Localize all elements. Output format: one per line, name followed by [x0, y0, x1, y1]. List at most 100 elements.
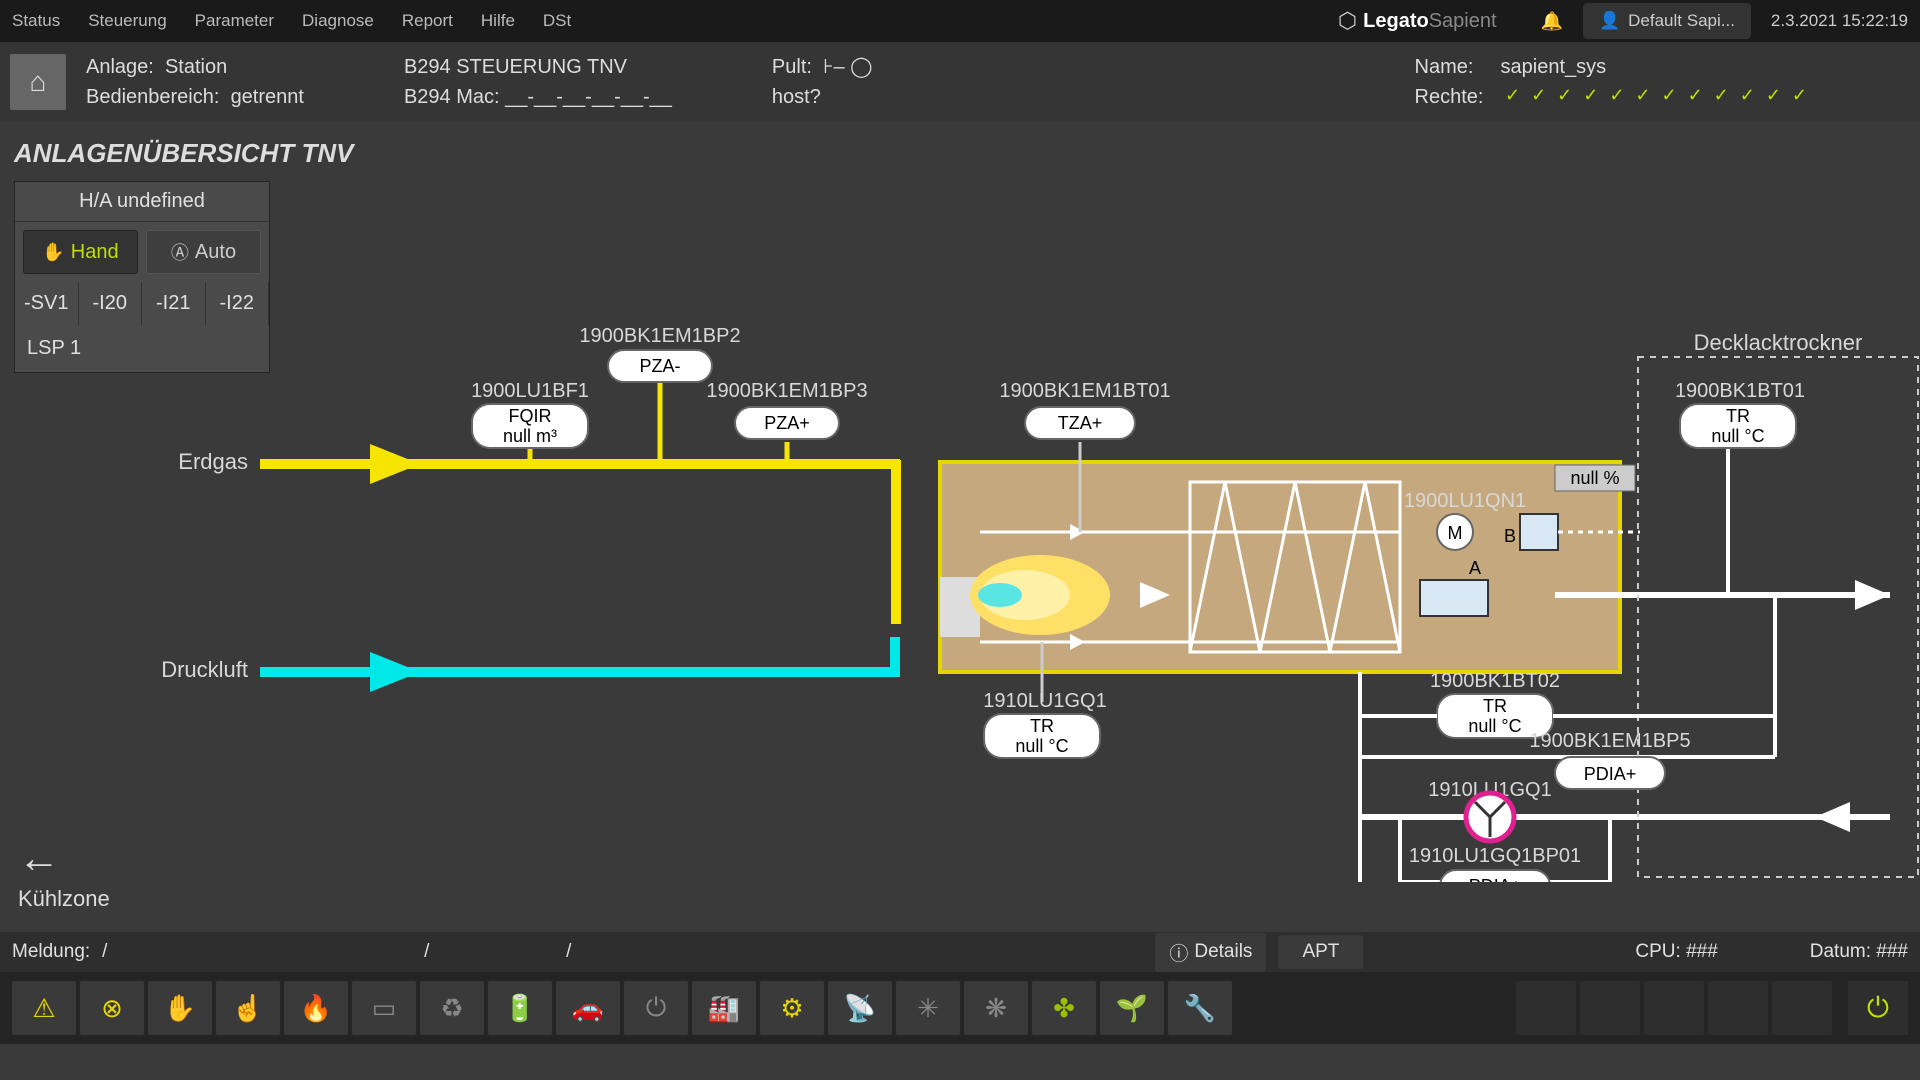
decklack-label: Decklacktrockner — [1694, 330, 1863, 355]
druckluft-arrow-icon — [370, 652, 420, 692]
rights-checks: ✓ ✓ ✓ ✓ ✓ ✓ ✓ ✓ ✓ ✓ ✓ ✓ — [1505, 82, 1810, 112]
meldung-label: Meldung: — [12, 941, 90, 963]
home-icon: ⌂ — [30, 66, 47, 98]
antenna-icon[interactable]: 📡 — [828, 981, 892, 1035]
hand-tool-icon[interactable]: ✋ — [148, 981, 212, 1035]
home-button[interactable]: ⌂ — [10, 54, 66, 110]
menu-parameter[interactable]: Parameter — [195, 11, 274, 31]
toolbar-right: ⏻ — [1516, 981, 1908, 1035]
druckluft-label: Druckluft — [161, 657, 248, 682]
status-seg-2: / — [424, 941, 554, 963]
status-bar: Meldung: / / / ⓘ Details APT CPU: ### Da… — [0, 932, 1920, 972]
menu-report[interactable]: Report — [402, 11, 453, 31]
empty-slot[interactable] — [1580, 981, 1640, 1035]
gears-icon[interactable]: ⚙ — [760, 981, 824, 1035]
flame-core-icon — [978, 583, 1022, 607]
bell-icon[interactable]: 🔔 — [1541, 11, 1563, 32]
bt01r-tag: 1900BK1BT01 — [1675, 380, 1805, 402]
datetime: 2.3.2021 15:22:19 — [1771, 11, 1908, 31]
output-arrow-icon — [1855, 580, 1890, 610]
bt01r-type: TR — [1726, 406, 1750, 426]
bp5-tag: 1900BK1EM1BP5 — [1529, 730, 1690, 752]
user-label: Default Sapi... — [1628, 11, 1735, 31]
back-navigation[interactable]: ← Kühlzone — [18, 834, 110, 912]
main-content: ANLAGENÜBERSICHT TNV H/A undefined ✋ Han… — [0, 122, 1920, 932]
menu-dst[interactable]: DSt — [543, 11, 571, 31]
finger-icon[interactable]: ☝ — [216, 981, 280, 1035]
power-button[interactable]: ⏻ — [1848, 981, 1908, 1035]
gq1l-tag: 1910LU1GQ1 — [983, 690, 1106, 712]
bp5-type: PDIA+ — [1584, 764, 1637, 784]
bp01-type: PDIA+ — [1469, 876, 1522, 882]
back-label: Kühlzone — [18, 886, 110, 912]
fan2-icon[interactable]: ❋ — [964, 981, 1028, 1035]
menu-hilfe[interactable]: Hilfe — [481, 11, 515, 31]
header-steuerung: B294 STEUERUNG TNV B294 Mac: __-__-__-__… — [404, 52, 672, 112]
user-dropdown[interactable]: 👤 Default Sapi... — [1583, 3, 1751, 39]
datum-label: Datum: ### — [1810, 941, 1908, 963]
bp2-tag: 1900BK1EM1BP2 — [579, 325, 740, 347]
bf1-val: null m³ — [503, 426, 557, 446]
car-icon[interactable]: 🚗 — [556, 981, 620, 1035]
qn1-tag: 1900LU1QN1 — [1404, 490, 1526, 512]
logo-icon: ⬡ — [1338, 8, 1357, 34]
battery-icon[interactable]: 🔋 — [488, 981, 552, 1035]
erdgas-label: Erdgas — [178, 449, 248, 474]
gq1l-type: TR — [1030, 716, 1054, 736]
bp3-type: PZA+ — [764, 413, 810, 433]
bp3-tag: 1900BK1EM1BP3 — [706, 380, 867, 402]
menu-items: Status Steuerung Parameter Diagnose Repo… — [12, 11, 571, 31]
header-bar: ⌂ Anlage: Station Bedienbereich: getrenn… — [0, 42, 1920, 122]
recycle-icon[interactable]: ♻ — [420, 981, 484, 1035]
status-seg-1: / — [102, 941, 232, 963]
damper-b[interactable] — [1520, 514, 1558, 550]
menu-steuerung[interactable]: Steuerung — [88, 11, 166, 31]
power-icon[interactable]: ⏻ — [624, 981, 688, 1035]
stop-icon[interactable]: ⊗ — [80, 981, 144, 1035]
page-title: ANLAGENÜBERSICHT TNV — [0, 122, 1920, 181]
header-pult: Pult: ⊦– ◯ host? — [772, 52, 873, 112]
bt01-tag: 1900BK1EM1BT01 — [999, 380, 1170, 402]
header-anlage: Anlage: Station Bedienbereich: getrennt — [86, 52, 304, 112]
empty-slot[interactable] — [1644, 981, 1704, 1035]
apt-button[interactable]: APT — [1278, 935, 1363, 969]
fan1-icon[interactable]: ✳ — [896, 981, 960, 1035]
logo: ⬡ LegatoSapient — [1338, 8, 1497, 34]
bt01-type: TZA+ — [1058, 413, 1103, 433]
bp2-type: PZA- — [639, 356, 680, 376]
details-label: Details — [1194, 941, 1252, 963]
bf1-type: FQIR — [509, 406, 552, 426]
damper-a-label: A — [1469, 558, 1481, 578]
damper-a[interactable] — [1420, 580, 1488, 616]
bp01-tag: 1910LU1GQ1BP01 — [1409, 845, 1581, 867]
bottom-toolbar: ⚠ ⊗ ✋ ☝ 🔥 ▭ ♻ 🔋 🚗 ⏻ 🏭 ⚙ 📡 ✳ ❋ ✤ 🌱 🔧 ⏻ — [0, 972, 1920, 1044]
warning-icon[interactable]: ⚠ — [12, 981, 76, 1035]
inlet-arrow-icon — [1815, 802, 1850, 832]
factory-icon[interactable]: 🏭 — [692, 981, 756, 1035]
wrench-icon[interactable]: 🔧 — [1168, 981, 1232, 1035]
pct-value: null % — [1570, 468, 1619, 488]
plant-icon[interactable]: 🌱 — [1100, 981, 1164, 1035]
status-seg-3: / — [566, 941, 696, 963]
fire-icon[interactable]: 🔥 — [284, 981, 348, 1035]
bt02-val: null °C — [1468, 716, 1521, 736]
details-button[interactable]: ⓘ Details — [1155, 933, 1266, 972]
bt01r-val: null °C — [1711, 426, 1764, 446]
info-icon: ⓘ — [1169, 939, 1188, 966]
menubar-right: ⬡ LegatoSapient 🔔 👤 Default Sapi... 2.3.… — [1338, 3, 1908, 39]
bt02-type: TR — [1483, 696, 1507, 716]
process-diagram: Erdgas Druckluft 1900LU1QN1 M A B — [0, 182, 1920, 882]
erdgas-arrow-icon — [370, 444, 420, 484]
fan3-icon[interactable]: ✤ — [1032, 981, 1096, 1035]
empty-slot[interactable] — [1772, 981, 1832, 1035]
back-arrow-icon: ← — [18, 834, 110, 882]
logo-text: LegatoSapient — [1363, 10, 1496, 33]
menu-status[interactable]: Status — [12, 11, 60, 31]
menu-diagnose[interactable]: Diagnose — [302, 11, 374, 31]
bt02-tag: 1900BK1BT02 — [1430, 670, 1560, 692]
motor-m: M — [1448, 523, 1463, 543]
device-icon[interactable]: ▭ — [352, 981, 416, 1035]
header-user: Name: sapient_sys Rechte: ✓ ✓ ✓ ✓ ✓ ✓ ✓ … — [1415, 52, 1811, 112]
empty-slot[interactable] — [1708, 981, 1768, 1035]
empty-slot[interactable] — [1516, 981, 1576, 1035]
